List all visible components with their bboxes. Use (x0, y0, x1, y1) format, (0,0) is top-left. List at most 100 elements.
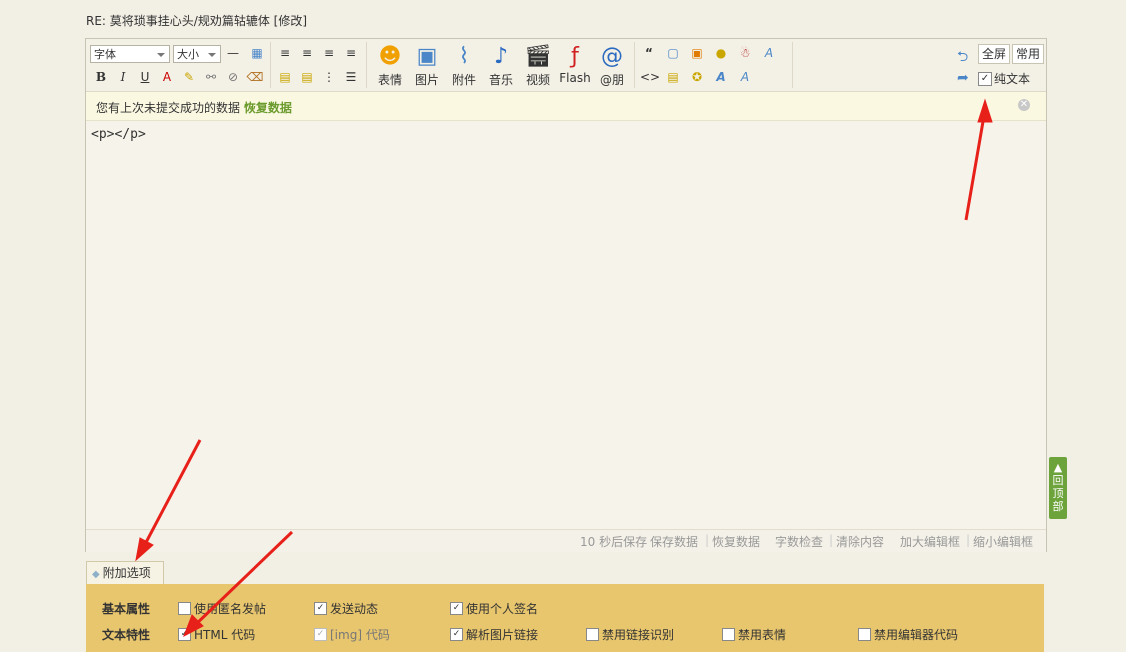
disable-editor-code-checkbox[interactable] (858, 628, 871, 641)
editor-toolbar: 字体 大小 — ▦ B I U A ✎ ⚯ ⊘ ⌫ ≡ ≡ ≡ ≡ ▤ ▤ ⋮ … (86, 39, 1046, 92)
word-check-link[interactable]: 字数检查 (775, 533, 823, 550)
notice-text: 您有上次未提交成功的数据 恢复数据 (96, 99, 292, 116)
undo-icon[interactable]: ⮌ (957, 46, 968, 70)
send-feed-label: 发送动态 (330, 602, 379, 616)
disable-link-label: 禁用链接识别 (602, 628, 675, 642)
video-icon: 🎬︎ (524, 44, 552, 69)
post-title: RE: 莫将琐事挂心头/规劝篇轱辘体 [修改] (86, 12, 307, 29)
notice-message: 您有上次未提交成功的数据 (96, 101, 241, 115)
plaintext-checkbox[interactable]: ✓ (978, 72, 992, 86)
edit-link[interactable]: [修改] (274, 14, 307, 28)
editor-status-bar: 10 秒后保存 保存数据 | 恢复数据 字数检查 | 清除内容 加大编辑框 | … (86, 529, 1046, 552)
font-style-icon[interactable]: A (712, 68, 730, 86)
html-code-label: HTML 代码 (194, 628, 256, 642)
flash-label: Flash (559, 71, 591, 85)
anonymous-checkbox[interactable] (178, 602, 191, 615)
italic-icon[interactable]: I (114, 68, 132, 86)
flash-button[interactable]: ƒ Flash (557, 43, 593, 85)
password-icon[interactable]: ✪ (688, 68, 706, 86)
music-button[interactable]: ♪ 音乐 (483, 43, 519, 88)
post-title-text: RE: 莫将琐事挂心头/规劝篇轱辘体 (86, 14, 270, 28)
unordered-list-icon[interactable]: ☰ (342, 68, 360, 86)
bg-icon[interactable]: ● (712, 44, 730, 62)
parse-image-link-label: 解析图片链接 (466, 628, 539, 642)
disable-emoji-checkbox[interactable] (722, 628, 735, 641)
editor-content[interactable]: <p></p> (91, 127, 146, 142)
align-left-icon[interactable]: ≡ (276, 44, 294, 62)
video-button[interactable]: 🎬︎ 视频 (520, 43, 556, 88)
image-label: 图片 (414, 73, 439, 87)
flash-icon: ƒ (571, 44, 579, 69)
shrink-editor-link[interactable]: 缩小编辑框 (973, 533, 1033, 550)
qq-icon[interactable]: ☃ (736, 44, 754, 62)
img-code-checkbox[interactable]: ✓ (314, 628, 327, 641)
subscript-icon[interactable]: A (760, 44, 778, 62)
html-code-checkbox[interactable]: ✓ (178, 628, 191, 641)
music-icon: ♪ (493, 44, 509, 69)
align-center-icon[interactable]: ≡ (298, 44, 316, 62)
plaintext-label: 纯文本 (994, 72, 1031, 86)
signature-label: 使用个人签名 (466, 602, 539, 616)
attachment-label: 附件 (451, 73, 476, 87)
superscript-icon[interactable]: A (736, 68, 754, 86)
tab-attach-options[interactable]: ◆ 附加选项 (86, 561, 164, 585)
float-left-icon[interactable]: ▤ (276, 68, 294, 86)
fullscreen-button[interactable]: 全屏 (978, 44, 1010, 64)
clear-format-icon[interactable]: ⌫ (246, 68, 264, 86)
underline-icon[interactable]: U (136, 68, 154, 86)
table-icon[interactable]: ▦ (248, 44, 266, 62)
send-feed-checkbox[interactable]: ✓ (314, 602, 327, 615)
free-icon[interactable]: ▣ (688, 44, 706, 62)
autosave-status: 10 秒后保存 (580, 535, 648, 549)
diamond-icon: ◆ (92, 569, 100, 580)
close-icon[interactable]: ✕ (1018, 99, 1030, 111)
redo-icon[interactable]: ➦ (957, 70, 969, 86)
image-button[interactable]: ▣ 图片 (409, 43, 445, 88)
image-icon: ▣ (416, 44, 438, 69)
text-color-icon[interactable]: A (158, 68, 176, 86)
clear-content-link[interactable]: 清除内容 (836, 533, 884, 550)
disable-editor-code-label: 禁用编辑器代码 (874, 628, 959, 642)
link-icon[interactable]: ⚯ (202, 68, 220, 86)
video-label: 视频 (525, 73, 550, 87)
highlight-icon[interactable]: ✎ (180, 68, 198, 86)
basic-attributes-heading: 基本属性 (102, 602, 151, 616)
horizontal-line-icon[interactable]: — (224, 44, 242, 62)
img-code-label: [img] 代码 (330, 628, 390, 642)
back-to-top-button[interactable]: ▲ 回顶部 (1049, 457, 1067, 519)
ordered-list-icon[interactable]: ⋮ (320, 68, 338, 86)
unlink-icon[interactable]: ⊘ (224, 68, 242, 86)
font-family-value: 字体 (94, 48, 116, 61)
enlarge-editor-link[interactable]: 加大编辑框 (900, 533, 960, 550)
font-family-select[interactable]: 字体 (90, 45, 170, 63)
disable-link-checkbox[interactable] (586, 628, 599, 641)
restore-data-link[interactable]: 恢复数据 (244, 101, 292, 115)
back-to-top-label: 回顶部 (1052, 474, 1064, 513)
paperclip-icon: ⌇ (458, 44, 470, 69)
unsaved-data-notice: 您有上次未提交成功的数据 恢复数据 ✕ (86, 92, 1046, 121)
font-size-value: 大小 (177, 48, 199, 61)
signature-checkbox[interactable]: ✓ (450, 602, 463, 615)
common-button[interactable]: 常用 (1012, 44, 1044, 64)
float-right-icon[interactable]: ▤ (298, 68, 316, 86)
mention-button[interactable]: @ @朋 (594, 43, 630, 88)
download-icon[interactable]: ▤ (664, 68, 682, 86)
parse-image-link-checkbox[interactable]: ✓ (450, 628, 463, 641)
at-icon: @ (601, 44, 623, 69)
font-size-select[interactable]: 大小 (173, 45, 221, 63)
code-block-icon[interactable]: ▢ (664, 44, 682, 62)
align-right-icon[interactable]: ≡ (320, 44, 338, 62)
music-label: 音乐 (488, 73, 513, 87)
mention-label: @朋 (599, 73, 624, 87)
html-code-icon[interactable]: <> (640, 68, 660, 86)
restore-data-status-link[interactable]: 恢复数据 (712, 533, 760, 550)
attachment-button[interactable]: ⌇ 附件 (446, 43, 482, 88)
bold-icon[interactable]: B (92, 68, 110, 86)
back-to-top-arrow-icon: ▲ (1053, 461, 1063, 474)
rich-text-editor: 字体 大小 — ▦ B I U A ✎ ⚯ ⊘ ⌫ ≡ ≡ ≡ ≡ ▤ ▤ ⋮ … (85, 38, 1047, 552)
quote-icon[interactable]: “ (640, 44, 658, 62)
emoji-button[interactable]: ☻ 表情 (372, 43, 408, 88)
align-justify-icon[interactable]: ≡ (342, 44, 360, 62)
anonymous-label: 使用匿名发帖 (194, 602, 267, 616)
save-data-link[interactable]: 保存数据 (650, 533, 698, 550)
